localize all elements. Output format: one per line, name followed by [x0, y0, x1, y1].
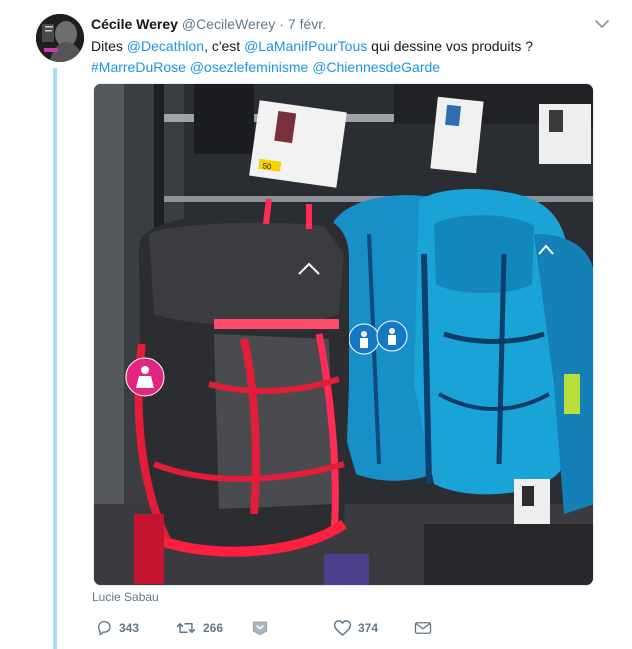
- moments-button[interactable]: [251, 617, 269, 639]
- text-segment: qui dessine vos produits ?: [367, 38, 534, 54]
- like-button[interactable]: 374: [333, 617, 378, 639]
- direct-message-button[interactable]: [414, 617, 432, 639]
- author-name[interactable]: Cécile Werey: [91, 16, 178, 32]
- moments-icon: [252, 621, 268, 636]
- mention-osezlefeminisme[interactable]: @osezlefeminisme: [190, 59, 308, 75]
- text-segment: , c'est: [204, 38, 245, 54]
- separator-dot: ·: [279, 16, 284, 32]
- retweet-icon: [176, 623, 196, 633]
- reply-count: 343: [119, 621, 140, 635]
- chevron-down-icon[interactable]: [592, 14, 612, 34]
- photo-credit: Lucie Sabau: [92, 590, 159, 604]
- retweet-count: 266: [203, 621, 224, 635]
- hashtag-marredurose[interactable]: #MarreDuRose: [91, 59, 186, 75]
- thread-line: [53, 68, 57, 649]
- backpacks-photo: 50: [94, 84, 593, 585]
- retweet-button[interactable]: 266: [175, 617, 223, 639]
- tweet-actions: 343 266 374: [91, 617, 451, 639]
- author-handle[interactable]: @CecileWerey: [182, 16, 275, 32]
- reply-button[interactable]: 343: [95, 617, 139, 639]
- tweet-header: Cécile Werey @CecileWerey · 7 févr.: [91, 14, 612, 34]
- tweet-text: Dites @Decathlon, c'est @LaManifPourTous…: [91, 36, 611, 78]
- tweet-date[interactable]: 7 févr.: [288, 16, 326, 32]
- price-tag-text: 50: [262, 161, 273, 171]
- price-tag: 50: [249, 100, 347, 188]
- text-segment: Dites: [91, 38, 127, 54]
- mention-chiennesdegarde[interactable]: @ChiennesdeGarde: [312, 59, 440, 75]
- envelope-icon: [414, 622, 432, 634]
- like-count: 374: [358, 621, 379, 635]
- reply-icon: [98, 620, 111, 636]
- avatar[interactable]: [36, 14, 84, 62]
- mention-lamanifpourtous[interactable]: @LaManifPourTous: [244, 38, 367, 54]
- mention-decathlon[interactable]: @Decathlon: [127, 38, 204, 54]
- heart-icon: [333, 620, 352, 636]
- tweet-photo[interactable]: 50: [93, 83, 594, 586]
- avatar-image: [36, 14, 84, 62]
